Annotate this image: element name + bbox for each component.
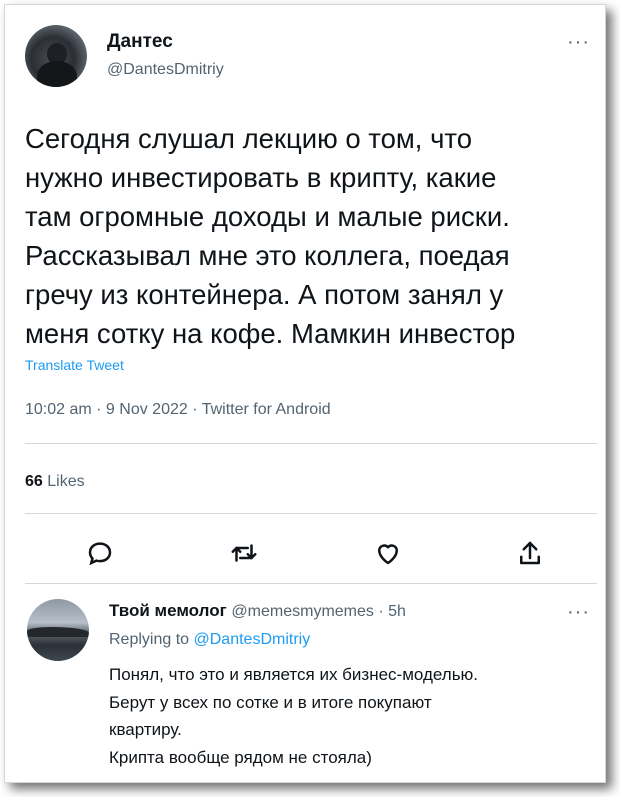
divider	[25, 513, 597, 514]
reply-text-line: Берут у всех по сотке и в итоге покупают	[109, 692, 432, 712]
screenshot-frame: Дантес @DantesDmitriy ··· Сегодня слушал…	[4, 4, 606, 783]
replying-to-handle[interactable]: @DantesDmitriy	[194, 631, 311, 648]
author-avatar[interactable]	[25, 25, 87, 87]
likes-number: 66	[25, 473, 43, 490]
reply-more-options-icon[interactable]: ···	[567, 601, 590, 624]
retweet-icon[interactable]	[229, 538, 259, 568]
tweet-timestamp[interactable]: 10:02 am · 9 Nov 2022 · Twitter for Andr…	[25, 401, 331, 419]
tweet-card: Дантес @DantesDmitriy ··· Сегодня слушал…	[19, 19, 597, 771]
reply-author-name[interactable]: Твой мемолог	[109, 601, 227, 620]
author-handle[interactable]: @DantesDmitriy	[107, 61, 224, 79]
replying-prefix: Replying to	[109, 631, 190, 648]
reply-author-line: Твой мемолог @memesmymemes · 5h	[109, 601, 406, 621]
reply-author-handle[interactable]: @memesmymemes · 5h	[231, 603, 406, 620]
reply-text: Понял, что это и является их бизнес-моде…	[109, 661, 579, 771]
share-icon[interactable]	[515, 538, 545, 568]
reply-text-line: Понял, что это и является их бизнес-моде…	[109, 665, 479, 684]
divider	[25, 443, 597, 444]
tweet-text: Сегодня слушал лекцию о том, что нужно и…	[25, 123, 516, 349]
likes-count[interactable]: 66 Likes	[25, 473, 85, 491]
reply-icon[interactable]	[85, 538, 115, 568]
reply-author-avatar[interactable]	[27, 599, 89, 661]
divider	[25, 583, 597, 584]
reply-text-line: квартиру.	[109, 720, 182, 739]
avatar-landscape	[27, 627, 89, 637]
author-name[interactable]: Дантес	[107, 31, 173, 53]
more-options-icon[interactable]: ···	[567, 31, 590, 54]
like-icon[interactable]	[373, 538, 403, 568]
replying-to: Replying to @DantesDmitriy	[109, 631, 310, 649]
likes-label: Likes	[47, 473, 85, 490]
avatar-figure-body	[37, 61, 77, 87]
reply-text-line: Крипта вообще рядом не стояла)	[109, 747, 372, 767]
translate-tweet-link[interactable]: Translate Tweet	[25, 357, 124, 373]
